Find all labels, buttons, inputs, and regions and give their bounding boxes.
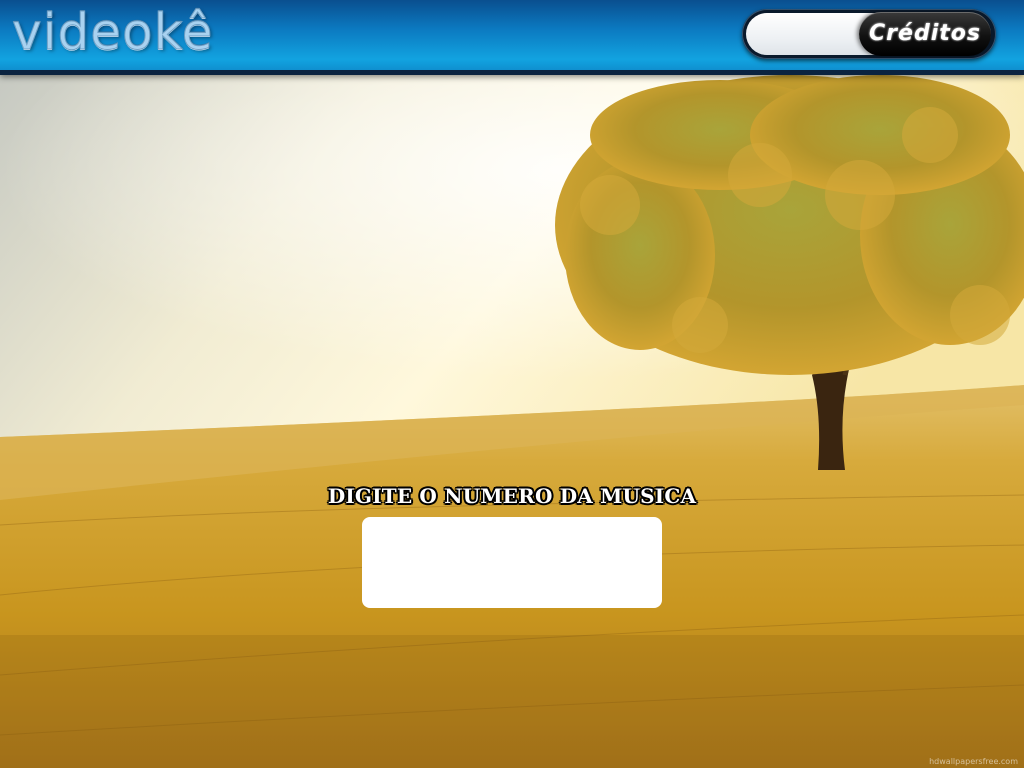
credits-control: Créditos [742, 9, 996, 59]
top-bar: videokê Créditos [0, 0, 1024, 75]
background-image [0, 75, 1024, 768]
image-watermark: hdwallpapersfree.com [929, 757, 1018, 766]
app-logo: videokê [12, 3, 214, 62]
credits-button[interactable]: Créditos [859, 12, 991, 56]
song-number-prompt: DIGITE O NUMERO DA MUSICA [327, 484, 697, 508]
song-number-input[interactable] [362, 517, 662, 608]
